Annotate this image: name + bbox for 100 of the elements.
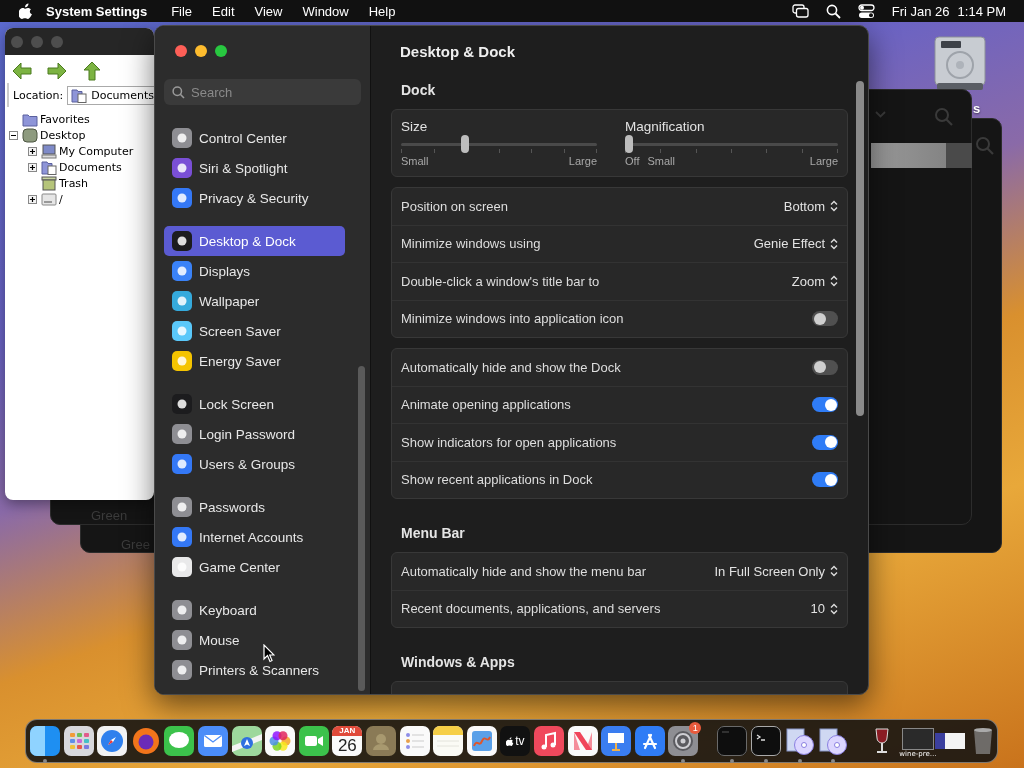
minimize-button[interactable] [195, 45, 207, 57]
music-note-icon[interactable] [533, 726, 564, 756]
drive-icon [41, 191, 57, 207]
crossed-lines-icon[interactable] [634, 726, 665, 756]
slider-thumb[interactable] [625, 135, 633, 153]
disc-icon[interactable] [784, 726, 815, 756]
notepad-icon[interactable] [433, 726, 464, 756]
sidebar-item[interactable]: Mouse [164, 625, 345, 655]
location-field[interactable]: Documents [67, 86, 154, 105]
two-tone-tile-icon[interactable] [30, 726, 60, 756]
sidebar-item[interactable]: Privacy & Security [164, 183, 345, 213]
tree-item[interactable]: My Computer [59, 144, 134, 158]
toggle-switch[interactable] [812, 311, 838, 327]
flower-icon[interactable] [265, 726, 296, 756]
sidebar-item[interactable]: Keyboard [164, 595, 345, 625]
toggles-icon[interactable] [857, 3, 875, 19]
expand-toggle[interactable] [28, 194, 37, 204]
notification-badge: 1 [689, 722, 702, 734]
sidebar-item[interactable]: Energy Saver [164, 346, 345, 376]
gear-icon[interactable] [668, 726, 699, 756]
scrollbar-thumb[interactable] [358, 366, 365, 691]
hard-drive-icon[interactable] [933, 35, 987, 91]
sidebar-item[interactable]: Users & Groups [164, 449, 345, 479]
slider-thumb[interactable] [461, 135, 470, 153]
tree-item[interactable]: / [59, 192, 63, 206]
sidebar-item[interactable]: Wallpaper [164, 286, 345, 316]
menu-item[interactable]: File [167, 3, 197, 19]
expand-toggle[interactable] [28, 146, 37, 156]
sidebar-item[interactable]: Game Center [164, 552, 345, 582]
folder-icon [22, 111, 38, 127]
up-down-chevron-icon [830, 237, 838, 250]
grid-icon[interactable] [63, 726, 94, 756]
video-camera-icon[interactable] [298, 726, 329, 756]
calendar-icon[interactable]: JAN 26 [332, 726, 363, 756]
expand-toggle[interactable] [9, 130, 18, 140]
list-icon[interactable] [399, 726, 430, 756]
scrollbar-thumb[interactable] [856, 81, 864, 416]
menu-item[interactable]: View [250, 3, 287, 19]
apple-logo-icon[interactable] [19, 3, 33, 19]
sidebar-item[interactable]: Desktop & Dock [164, 226, 345, 256]
toggle-switch[interactable] [812, 472, 838, 488]
forward-arrow-icon[interactable] [46, 61, 68, 81]
sidebar-item[interactable]: Screen Saver [164, 316, 345, 346]
toggle-switch[interactable] [812, 434, 838, 450]
popup-button[interactable]: 10 [810, 601, 838, 617]
sidebar-item[interactable]: Passwords [164, 492, 345, 522]
popup-button[interactable]: Zoom [791, 273, 838, 289]
podium-icon[interactable] [601, 726, 632, 756]
sidebar-item[interactable]: Internet Accounts [164, 522, 345, 552]
tree-item[interactable]: Trash [59, 176, 89, 190]
sidebar-item[interactable]: Displays [164, 256, 345, 286]
window-thumbnail[interactable] [934, 733, 965, 749]
sidebar-item[interactable]: Control Center [164, 123, 345, 153]
compass-icon[interactable] [97, 726, 128, 756]
toggle-switch[interactable] [812, 397, 838, 413]
slider-track[interactable] [401, 135, 597, 153]
menu-item[interactable]: Window [298, 3, 353, 19]
app-menu[interactable]: System Settings [46, 3, 148, 19]
toggle-switch[interactable] [812, 359, 838, 375]
windows-icon[interactable] [791, 4, 809, 18]
expand-toggle[interactable] [28, 162, 37, 172]
tree-item[interactable]: Documents [59, 160, 122, 174]
app-tile[interactable]: tv [500, 726, 531, 756]
tick-label: Small [401, 155, 429, 167]
location-label: Location: [13, 89, 64, 102]
search-icon[interactable] [825, 3, 841, 19]
disc-icon[interactable] [818, 726, 849, 756]
squiggle-icon[interactable] [466, 726, 497, 756]
strip-segment [946, 143, 972, 168]
sidebar-item[interactable]: Login Password [164, 419, 345, 449]
globe-icon[interactable] [130, 726, 161, 756]
menu-item[interactable]: Edit [208, 3, 239, 19]
terminal-window-icon[interactable] [717, 726, 748, 756]
sidebar-item[interactable]: Siri & Spotlight [164, 153, 345, 183]
sidebar-item[interactable]: Printers & Scanners [164, 655, 345, 685]
desktop-icon-label[interactable]: s [973, 101, 981, 116]
tree-item[interactable]: Desktop [40, 128, 86, 142]
setting-label: Recent documents, applications, and servers [401, 601, 661, 617]
tree-item[interactable]: Favorites [40, 112, 90, 126]
map-icon[interactable] [231, 726, 262, 756]
sidebar-item[interactable]: Lock Screen [164, 389, 345, 419]
back-arrow-icon[interactable] [11, 61, 33, 81]
menu-bar-date: Fri Jan 26 [891, 3, 950, 19]
slider-track[interactable] [625, 135, 838, 153]
up-arrow-icon[interactable] [82, 60, 102, 82]
book-icon[interactable] [365, 726, 396, 756]
speech-bubble-icon[interactable] [164, 726, 195, 756]
close-button[interactable] [175, 45, 187, 57]
search-icon [172, 85, 185, 99]
zoom-button[interactable] [215, 45, 227, 57]
popup-button[interactable]: Bottom [783, 198, 838, 214]
popup-button[interactable]: In Full Screen Only [714, 563, 838, 579]
menu-item[interactable]: Help [364, 3, 400, 19]
news-icon[interactable] [567, 726, 598, 756]
envelope-icon[interactable] [197, 726, 228, 756]
terminal-icon[interactable] [751, 726, 782, 756]
up-down-chevron-icon [830, 565, 838, 578]
tick-label: Off [625, 155, 640, 167]
tick-label: Large [809, 155, 838, 167]
popup-button[interactable]: Genie Effect [753, 236, 838, 252]
